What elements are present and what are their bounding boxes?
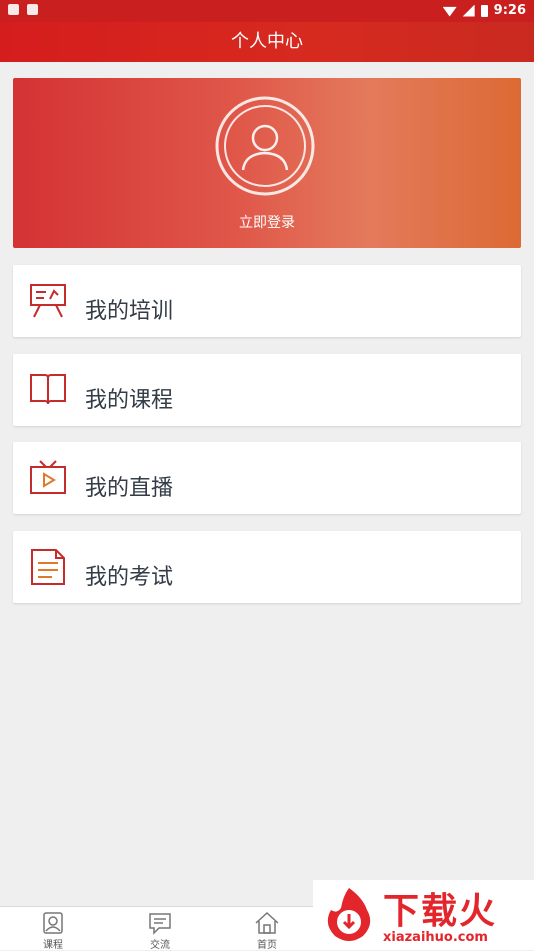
page-title: 个人中心 — [0, 22, 534, 62]
avatar-icon[interactable] — [215, 96, 315, 196]
menu-item-label: 我的考试 — [85, 565, 174, 590]
menu-item-label: 我的直播 — [85, 476, 174, 501]
notification-icons — [8, 4, 38, 15]
tv-live-icon — [30, 460, 66, 494]
exam-document-icon — [31, 549, 65, 585]
login-button[interactable]: 立即登录 — [13, 212, 521, 232]
tab-home[interactable]: 首页 — [227, 907, 307, 951]
tab-label: 交流 — [150, 940, 170, 951]
chat-icon — [149, 913, 171, 935]
training-board-icon — [30, 284, 66, 318]
profile-card[interactable]: 立即登录 — [13, 78, 521, 248]
system-icons: 9:26 — [442, 3, 526, 18]
watermark: 下载火 xiazaihuo.com — [313, 880, 534, 950]
course-icon — [43, 912, 63, 934]
tab-label: 课程 — [43, 940, 63, 951]
flame-logo-icon — [327, 888, 371, 941]
status-bar: 9:26 — [0, 0, 534, 22]
notification-icon — [27, 4, 38, 15]
menu-item-exams[interactable]: 我的考试 — [13, 531, 521, 603]
tab-exchange[interactable]: 交流 — [120, 907, 200, 951]
watermark-url: xiazaihuo.com — [383, 930, 488, 945]
menu-item-live[interactable]: 我的直播 — [13, 442, 521, 514]
menu-item-training[interactable]: 我的培训 — [13, 265, 521, 337]
wifi-icon — [442, 6, 457, 17]
book-icon — [30, 374, 66, 405]
notification-icon — [8, 4, 19, 15]
menu-item-label: 我的课程 — [85, 388, 174, 413]
home-icon — [255, 911, 279, 934]
tab-courses[interactable]: 课程 — [13, 907, 93, 951]
tab-label: 首页 — [257, 940, 277, 951]
battery-icon — [480, 4, 488, 17]
watermark-title: 下载火 — [383, 891, 498, 932]
signal-icon — [462, 4, 475, 17]
clock: 9:26 — [493, 3, 526, 18]
menu-item-courses[interactable]: 我的课程 — [13, 354, 521, 426]
menu-item-label: 我的培训 — [85, 299, 174, 324]
